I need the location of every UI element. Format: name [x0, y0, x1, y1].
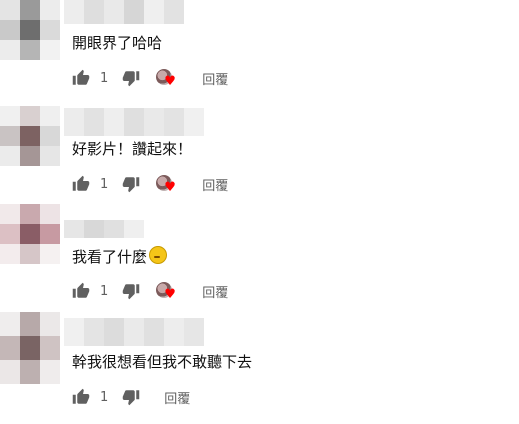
thumb-up-icon[interactable] — [72, 69, 90, 87]
comment-text: 我看了什麼 — [72, 246, 168, 267]
author-name-blurred[interactable] — [64, 220, 144, 238]
reply-button[interactable]: 回覆 — [164, 388, 190, 407]
avatar[interactable] — [0, 204, 60, 268]
heart-icon: ♥ — [164, 287, 176, 302]
thinking-face-icon — [149, 246, 168, 264]
like-count: 1 — [100, 70, 109, 86]
thumb-up-icon[interactable] — [72, 175, 90, 193]
comment-item: 幹我很想看但我不敢聽下去 1 回覆 — [0, 312, 519, 424]
comment-text-body: 我看了什麼 — [72, 248, 148, 266]
thumb-down-icon[interactable] — [122, 175, 140, 193]
comment-actions: 1 ♥ 回覆 — [72, 68, 228, 88]
comment-text: 開眼界了哈哈 — [72, 34, 163, 52]
like-count: 1 — [100, 283, 109, 299]
comment-item: 開眼界了哈哈 1 ♥ 回覆 — [0, 0, 519, 106]
avatar[interactable] — [0, 312, 60, 384]
comment-text: 好影片！讚起來！ — [72, 140, 193, 158]
thumb-up-icon[interactable] — [72, 388, 90, 406]
author-name-blurred[interactable] — [64, 318, 204, 346]
comment-item: 好影片！讚起來！ 1 ♥ 回覆 — [0, 106, 519, 212]
comment-actions: 1 回覆 — [72, 387, 190, 407]
creator-heart-badge: ♥ — [154, 280, 180, 302]
heart-icon: ♥ — [164, 180, 176, 195]
creator-heart-badge: ♥ — [154, 67, 180, 89]
avatar[interactable] — [0, 106, 60, 166]
comment-actions: 1 ♥ 回覆 — [72, 174, 228, 194]
creator-heart-badge: ♥ — [154, 173, 180, 195]
comment-actions: 1 ♥ 回覆 — [72, 281, 228, 301]
reply-button[interactable]: 回覆 — [202, 69, 228, 88]
author-name-blurred[interactable] — [64, 0, 184, 24]
author-name-blurred[interactable] — [64, 108, 204, 136]
thumb-down-icon[interactable] — [122, 282, 140, 300]
like-count: 1 — [100, 389, 109, 405]
reply-button[interactable]: 回覆 — [202, 175, 228, 194]
thumb-down-icon[interactable] — [122, 388, 140, 406]
reply-button[interactable]: 回覆 — [202, 282, 228, 301]
avatar[interactable] — [0, 0, 60, 64]
thumb-up-icon[interactable] — [72, 282, 90, 300]
comment-item: 我看了什麼 1 ♥ 回覆 — [0, 204, 519, 318]
heart-icon: ♥ — [164, 74, 176, 89]
like-count: 1 — [100, 176, 109, 192]
thumb-down-icon[interactable] — [122, 69, 140, 87]
comment-text: 幹我很想看但我不敢聽下去 — [72, 353, 253, 371]
